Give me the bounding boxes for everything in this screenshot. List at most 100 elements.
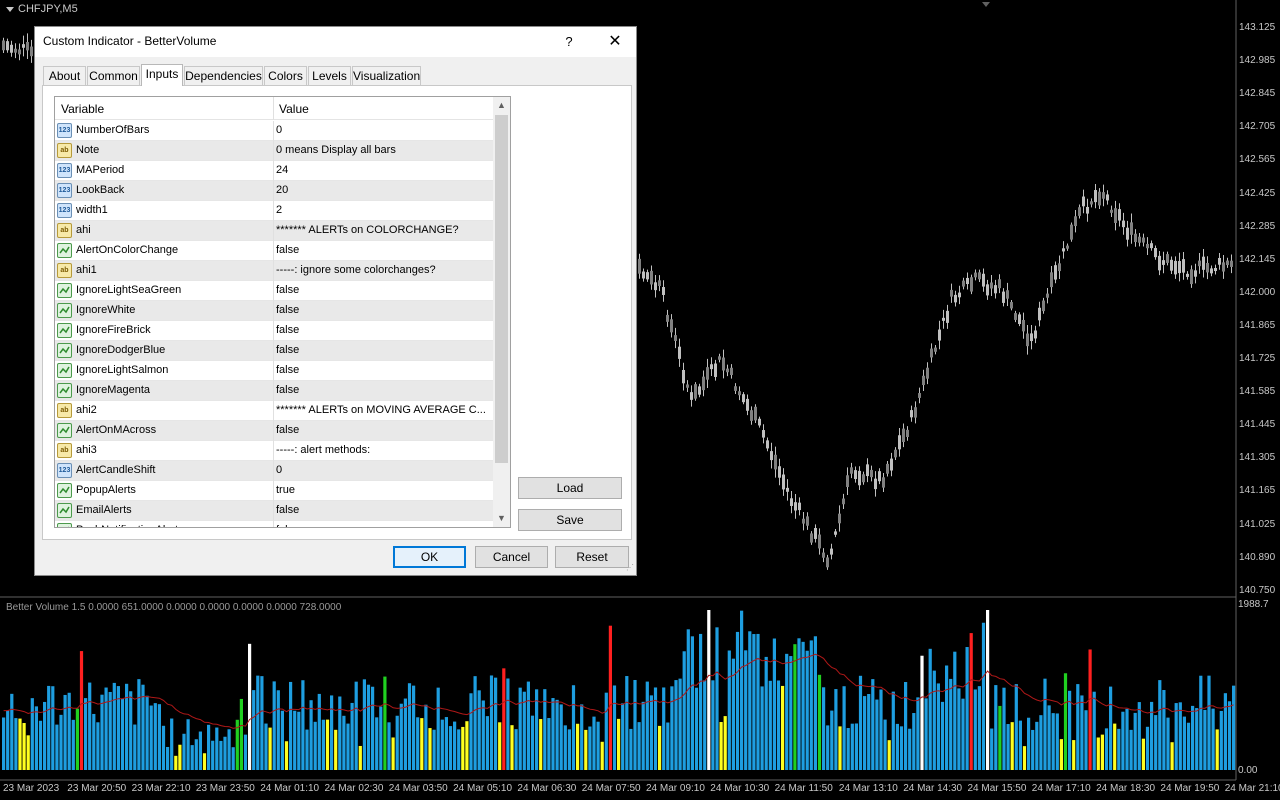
input-row-ahi1[interactable]: ab ahi1 -----: ignore some colorchanges? bbox=[55, 261, 493, 281]
volume-bar bbox=[1035, 721, 1039, 770]
volume-bar bbox=[694, 687, 699, 770]
input-value-field[interactable]: false bbox=[276, 324, 488, 336]
input-row-ignorelightseagreen[interactable]: IgnoreLightSeaGreen false bbox=[55, 281, 493, 301]
ok-button[interactable]: OK bbox=[393, 546, 466, 568]
input-row-ahi2[interactable]: ab ahi2 ******* ALERTs on MOVING AVERAGE C… bbox=[55, 401, 493, 421]
volume-bar bbox=[518, 687, 522, 770]
input-row-alertcandleshift[interactable]: 123 AlertCandleShift 0 bbox=[55, 461, 493, 481]
input-value-field[interactable]: 2 bbox=[276, 204, 488, 216]
volume-bar bbox=[522, 691, 526, 770]
volume-bar bbox=[75, 708, 79, 770]
input-value-field[interactable]: false bbox=[276, 424, 488, 436]
input-value-field[interactable]: false bbox=[276, 364, 488, 376]
input-value-field[interactable]: false bbox=[276, 284, 488, 296]
input-row-width1[interactable]: 123 width1 2 bbox=[55, 201, 493, 221]
column-header-value[interactable]: Value bbox=[279, 102, 309, 116]
input-row-ignoredodgerblue[interactable]: IgnoreDodgerBlue false bbox=[55, 341, 493, 361]
input-value-field[interactable]: 0 bbox=[276, 464, 488, 476]
volume-bar bbox=[207, 724, 211, 770]
volume-bar bbox=[625, 676, 629, 770]
volume-bar bbox=[776, 680, 781, 770]
candle-body bbox=[10, 44, 13, 53]
input-row-ignorewhite[interactable]: IgnoreWhite false bbox=[55, 301, 493, 321]
candle-body bbox=[1206, 262, 1209, 273]
input-row-alertoncolorchange[interactable]: AlertOnColorChange false bbox=[55, 241, 493, 261]
volume-bar bbox=[891, 691, 895, 770]
input-row-ignorelightsalmon[interactable]: IgnoreLightSalmon false bbox=[55, 361, 493, 381]
input-row-alertonmacross[interactable]: AlertOnMAcross false bbox=[55, 421, 493, 441]
input-variable-name: IgnoreLightSeaGreen bbox=[76, 284, 182, 296]
input-row-ahi[interactable]: ab ahi ******* ALERTs on COLORCHANGE? bbox=[55, 221, 493, 241]
input-row-ahi3[interactable]: ab ahi3 -----: alert methods: bbox=[55, 441, 493, 461]
close-icon[interactable]: ✕ bbox=[601, 31, 629, 53]
volume-bar bbox=[428, 728, 432, 770]
input-row-lookback[interactable]: 123 LookBack 20 bbox=[55, 181, 493, 201]
help-icon[interactable]: ? bbox=[557, 31, 581, 53]
volume-bar bbox=[797, 638, 801, 770]
reset-button[interactable]: Reset bbox=[555, 546, 629, 568]
candle-body bbox=[870, 469, 873, 478]
input-row-ignoremagenta[interactable]: IgnoreMagenta false bbox=[55, 381, 493, 401]
dialog-titlebar[interactable]: Custom Indicator - BetterVolume ? ✕ bbox=[35, 27, 636, 57]
load-button[interactable]: Load bbox=[518, 477, 622, 499]
volume-bar bbox=[354, 681, 358, 770]
input-value-field[interactable]: 0 means Display all bars bbox=[276, 144, 488, 156]
volume-bar bbox=[785, 653, 789, 770]
grid-scrollbar[interactable]: ▲ ▼ bbox=[493, 97, 510, 527]
scroll-down-icon[interactable]: ▼ bbox=[493, 510, 510, 527]
input-row-emailalerts[interactable]: EmailAlerts false bbox=[55, 501, 493, 521]
input-value-field[interactable]: false bbox=[276, 244, 488, 256]
input-value-field[interactable]: false bbox=[276, 344, 488, 356]
symbol-dropdown-icon[interactable] bbox=[6, 6, 14, 12]
candle-body bbox=[714, 363, 717, 377]
tab-about[interactable]: About bbox=[43, 66, 86, 85]
candle-body bbox=[1118, 209, 1121, 221]
volume-bar bbox=[899, 726, 904, 770]
input-row-numberofbars[interactable]: 123 NumberOfBars 0 bbox=[55, 121, 493, 141]
volume-bar bbox=[2, 717, 6, 770]
input-value-field[interactable]: -----: alert methods: bbox=[276, 444, 488, 456]
boolean-type-icon bbox=[57, 283, 72, 298]
input-value-field[interactable]: false bbox=[276, 304, 488, 316]
input-value-field[interactable]: -----: ignore some colorchanges? bbox=[276, 264, 488, 276]
volume-bar bbox=[129, 691, 133, 770]
input-row-pushnotificationalerts[interactable]: PushNotificationAlerts false bbox=[55, 521, 493, 527]
input-value-field[interactable]: false bbox=[276, 524, 488, 527]
tab-common[interactable]: Common bbox=[87, 66, 140, 85]
tab-levels[interactable]: Levels bbox=[308, 66, 351, 85]
scroll-up-icon[interactable]: ▲ bbox=[493, 97, 510, 114]
volume-bar bbox=[670, 686, 674, 770]
scroll-thumb[interactable] bbox=[495, 115, 508, 463]
input-value-field[interactable]: ******* ALERTs on MOVING AVERAGE C... bbox=[276, 404, 488, 416]
time-tick-label: 24 Mar 18:30 bbox=[1096, 783, 1156, 794]
tab-inputs[interactable]: Inputs bbox=[141, 64, 183, 86]
input-value-field[interactable]: true bbox=[276, 484, 488, 496]
candle-body bbox=[690, 392, 693, 400]
candle-body bbox=[1050, 272, 1053, 288]
candle-body bbox=[1006, 290, 1009, 299]
tab-visualization[interactable]: Visualization bbox=[352, 66, 421, 85]
input-value-field[interactable]: ******* ALERTs on COLORCHANGE? bbox=[276, 224, 488, 236]
volume-bar bbox=[444, 717, 448, 770]
input-row-note[interactable]: ab Note 0 means Display all bars bbox=[55, 141, 493, 161]
cancel-button[interactable]: Cancel bbox=[475, 546, 548, 568]
input-row-maperiod[interactable]: 123 MAPeriod 24 bbox=[55, 161, 493, 181]
volume-bar bbox=[100, 694, 104, 770]
input-value-field[interactable]: false bbox=[276, 384, 488, 396]
string-type-icon: ab bbox=[57, 263, 72, 278]
volume-bar bbox=[55, 724, 59, 770]
input-value-field[interactable]: 20 bbox=[276, 184, 488, 196]
volume-bar bbox=[1186, 722, 1191, 770]
column-header-variable[interactable]: Variable bbox=[61, 102, 104, 116]
input-value-field[interactable]: 0 bbox=[276, 124, 488, 136]
input-value-field[interactable]: false bbox=[276, 504, 488, 516]
input-row-popupalerts[interactable]: PopupAlerts true bbox=[55, 481, 493, 501]
input-row-ignorefirebrick[interactable]: IgnoreFireBrick false bbox=[55, 321, 493, 341]
tab-colors[interactable]: Colors bbox=[264, 66, 307, 85]
price-tick-label: 141.445 bbox=[1239, 419, 1276, 431]
save-button[interactable]: Save bbox=[518, 509, 622, 531]
volume-bar bbox=[658, 725, 662, 770]
tab-dependencies[interactable]: Dependencies bbox=[184, 66, 263, 85]
input-value-field[interactable]: 24 bbox=[276, 164, 488, 176]
resize-grip-icon[interactable]: ⋰ bbox=[624, 563, 634, 573]
